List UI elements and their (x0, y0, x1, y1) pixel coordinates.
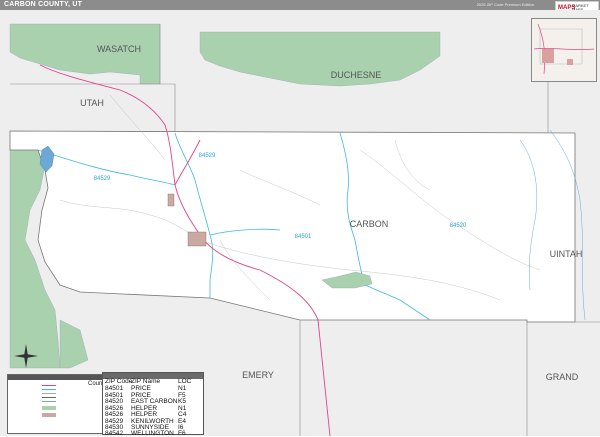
county-label-duchesne: DUCHESNE (331, 70, 382, 80)
county-map[interactable]: WASATCH UTAH DUCHESNE CARBON UINTAH EMER… (0, 10, 600, 436)
legend-swatch-zip (42, 389, 56, 390)
legend-swatch-water (42, 401, 56, 402)
zip-code-table: ZIP Code ZIP Name LOC 84501 PRICE N1 845… (102, 372, 204, 437)
map-legend: County (7, 374, 107, 434)
map-title: CARBON COUNTY, UT (4, 1, 83, 8)
edition-label: 2025 ZIP Code Premium Edition (476, 2, 534, 7)
legend-swatch-forest (42, 406, 56, 410)
legend-header (8, 375, 102, 380)
inset-svg (532, 19, 596, 81)
zip-table-header-zip: ZIP Code (105, 378, 133, 385)
legend-swatch-road (42, 393, 56, 394)
county-label-emery: EMERY (242, 370, 274, 380)
county-label-carbon: CARBON (350, 219, 389, 229)
county-label-wasatch: WASATCH (97, 44, 141, 54)
legend-swatch-city (42, 413, 56, 417)
zip-label: 84529 (199, 153, 216, 159)
county-label-utah: UTAH (80, 98, 104, 108)
legend-swatch-county (42, 397, 56, 398)
zip-label: 84529 (94, 176, 111, 182)
locator-inset-map (531, 18, 597, 82)
city-helper (167, 193, 175, 207)
city-price (187, 231, 207, 247)
legend-swatch-highway (42, 385, 56, 386)
county-label-uintah: UINTAH (550, 249, 583, 259)
zip-label: 84501 (295, 234, 312, 240)
zip-table-header-loc: LOC (178, 378, 192, 385)
county-label-grand: GRAND (546, 372, 579, 382)
zip-table-header-name: ZIP Name (131, 378, 161, 385)
title-bar: CARBON COUNTY, UT 2025 ZIP Code Premium … (0, 0, 600, 10)
zip-label: 84520 (450, 223, 467, 229)
